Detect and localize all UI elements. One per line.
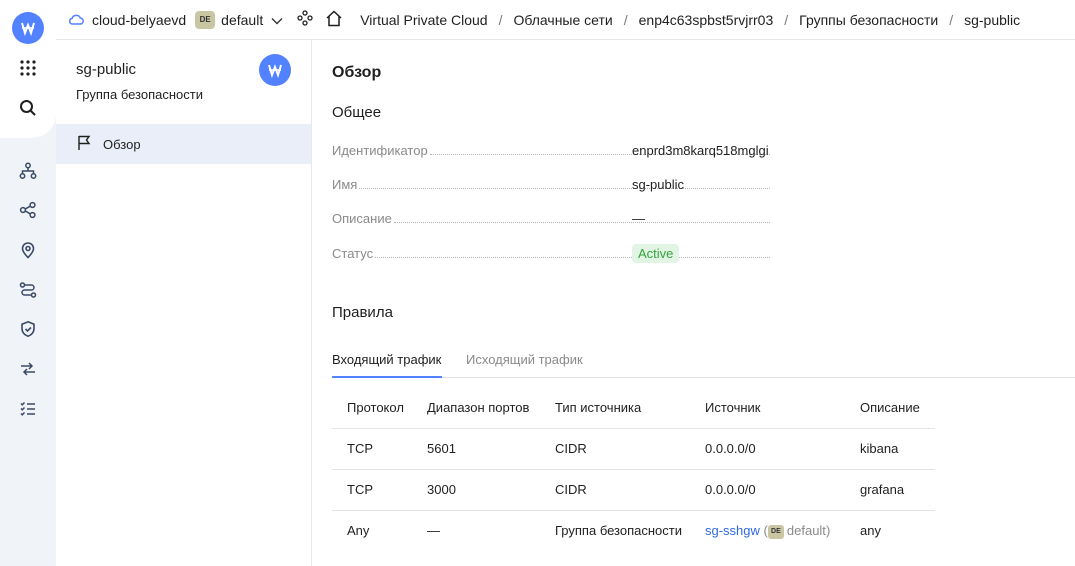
vpc-service-icon: [259, 54, 291, 86]
folder-name[interactable]: default: [221, 12, 263, 28]
rules-table: Протокол Диапазон портов Тип источника И…: [332, 387, 935, 551]
field-label: Статус: [332, 245, 374, 261]
table-row[interactable]: TCP 3000 CIDR 0.0.0.0/0 grafana: [332, 469, 935, 511]
cell-description: kibana: [845, 428, 935, 470]
flag-icon: [76, 134, 93, 154]
cell-description: any: [860, 523, 881, 539]
share-icon[interactable]: [12, 194, 44, 226]
cell-protocol: TCP: [332, 469, 412, 511]
cloud-icon: [68, 12, 84, 28]
breadcrumb-vpc[interactable]: Virtual Private Cloud: [360, 12, 487, 28]
dotted-leader: [375, 256, 770, 258]
icon-rail: [0, 0, 56, 566]
column-header: Источник: [690, 387, 845, 429]
status-badge: Active: [632, 243, 680, 263]
breadcrumb-current: sg-public: [964, 11, 1021, 28]
apps-grid-icon[interactable]: [12, 52, 44, 84]
top-bar: cloud-belyaevd DE default Virtual Privat…: [56, 0, 1075, 40]
field-status: Статус Active: [332, 243, 772, 263]
sidebar-item-overview[interactable]: Обзор: [56, 124, 311, 164]
breadcrumb-separator: /: [949, 11, 954, 28]
rules-section-title: Правила: [332, 304, 393, 321]
paren-close: ): [825, 522, 831, 538]
active-tab-indicator: [332, 376, 442, 378]
cell-protocol: Any: [347, 523, 370, 539]
field-id: Идентификатор enprd3m8karq518mglgi: [332, 140, 772, 160]
breadcrumb-separator: /: [623, 11, 628, 28]
search-icon[interactable]: [12, 92, 44, 124]
dotted-leader: [359, 187, 770, 189]
field-description: Описание —: [332, 208, 772, 228]
status-value-wrap: Active: [632, 243, 680, 263]
checklist-icon[interactable]: [12, 393, 44, 425]
cell-description: grafana: [845, 469, 935, 511]
shield-icon[interactable]: [12, 313, 44, 345]
field-label: Описание: [332, 210, 392, 226]
table-row[interactable]: Any — Группа безопасности sg-sshgw (DE de…: [332, 510, 935, 551]
tab-egress[interactable]: Исходящий трафик: [466, 352, 583, 367]
field-label: Имя: [332, 176, 358, 192]
field-value-name: sg-public: [632, 176, 685, 192]
chevron-down-icon[interactable]: [271, 12, 283, 28]
source-group-link[interactable]: sg-sshgw: [705, 523, 760, 538]
location-pin-icon[interactable]: [12, 234, 44, 266]
field-value-id[interactable]: enprd3m8karq518mglgi: [632, 143, 769, 158]
cell-protocol: TCP: [332, 428, 412, 470]
cloud-name[interactable]: cloud-belyaevd: [92, 12, 186, 28]
sidebar-item-label: Обзор: [103, 136, 141, 152]
cell-source: 0.0.0.0/0: [690, 428, 845, 470]
breadcrumb-network-id[interactable]: enp4c63spbst5rvjrr03: [639, 12, 774, 28]
cell-source: sg-sshgw (DE default): [690, 510, 845, 551]
folder-badge: DE: [195, 10, 216, 29]
cell-ports: 5601: [412, 428, 540, 470]
dotted-leader: [393, 221, 770, 223]
folder-badge: DE: [767, 524, 784, 539]
cell-source: 0.0.0.0/0: [690, 469, 845, 511]
route-icon[interactable]: [12, 274, 44, 306]
column-header: Описание: [845, 387, 935, 429]
column-header: Тип источника: [540, 387, 690, 429]
breadcrumb-separator: /: [784, 11, 789, 28]
resource-sidebar: sg-public Группа безопасности Обзор: [56, 40, 312, 566]
breadcrumb-security-groups[interactable]: Группы безопасности: [799, 12, 938, 28]
source-folder: default: [786, 522, 826, 538]
table-header-row: Протокол Диапазон портов Тип источника И…: [332, 387, 935, 429]
cell-ports: 3000: [412, 469, 540, 511]
traffic-tabs: Входящий трафик Исходящий трафик: [332, 344, 1075, 378]
breadcrumb-networks[interactable]: Облачные сети: [513, 12, 612, 28]
network-icon[interactable]: [12, 155, 44, 187]
cell-ports: —: [427, 523, 440, 539]
column-header: Протокол: [332, 387, 412, 429]
cell-source-type: CIDR: [540, 428, 690, 470]
home-icon[interactable]: [325, 9, 343, 30]
column-header: Диапазон портов: [412, 387, 540, 429]
cell-source-type: Группа безопасности: [555, 523, 682, 539]
tab-ingress[interactable]: Входящий трафик: [332, 352, 441, 367]
field-label: Идентификатор: [332, 142, 428, 158]
general-section-title: Общее: [332, 104, 382, 121]
table-row[interactable]: TCP 5601 CIDR 0.0.0.0/0 kibana: [332, 428, 935, 470]
main-content: Обзор Общее Идентификатор enprd3m8karq51…: [312, 40, 1075, 566]
cell-source-type: CIDR: [540, 469, 690, 511]
resource-type: Группа безопасности: [76, 87, 203, 102]
resource-title: sg-public: [76, 61, 137, 78]
breadcrumb-separator: /: [498, 11, 503, 28]
field-value-description: —: [632, 210, 645, 226]
field-name: Имя sg-public: [332, 174, 772, 194]
transfer-arrows-icon[interactable]: [12, 353, 44, 385]
service-icon[interactable]: [297, 10, 313, 29]
page-title: Обзор: [332, 64, 382, 81]
logo-icon[interactable]: [12, 12, 44, 44]
